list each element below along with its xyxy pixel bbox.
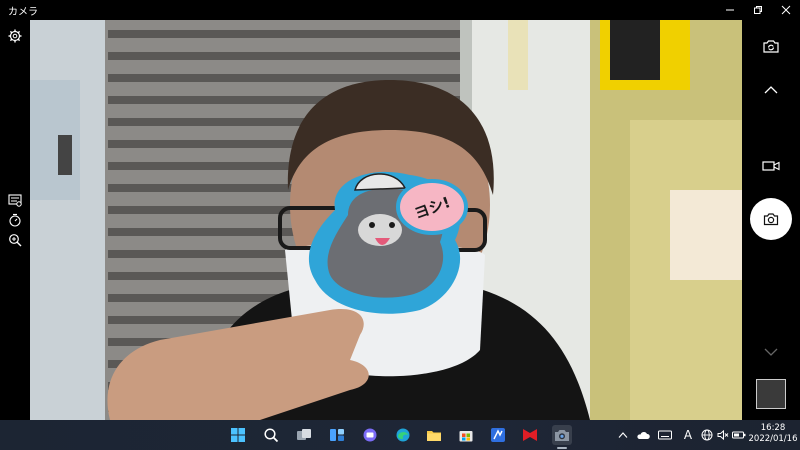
start-button[interactable] bbox=[228, 425, 248, 445]
gear-icon bbox=[8, 29, 22, 43]
app-button[interactable] bbox=[488, 425, 508, 445]
windows-logo-icon bbox=[231, 428, 245, 442]
chevron-down-icon bbox=[764, 348, 778, 356]
clock-date: 2022/01/16 bbox=[748, 434, 798, 444]
zoom-in-icon bbox=[9, 234, 22, 247]
volume-button[interactable] bbox=[716, 426, 730, 444]
restore-icon bbox=[754, 6, 762, 14]
live-preview-image: ヨシ! bbox=[30, 20, 742, 420]
mcafee-button[interactable] bbox=[520, 425, 540, 445]
camera-icon bbox=[763, 213, 779, 226]
globe-icon bbox=[701, 429, 713, 441]
video-camera-icon bbox=[762, 161, 780, 171]
chat-icon bbox=[363, 428, 377, 442]
mode-up-button[interactable] bbox=[761, 80, 781, 100]
volume-muted-icon bbox=[717, 429, 729, 441]
cloud-icon bbox=[637, 432, 650, 439]
video-mode-button[interactable] bbox=[761, 156, 781, 176]
keyboard-icon bbox=[658, 430, 672, 440]
active-app-indicator bbox=[557, 447, 567, 449]
chevron-up-icon bbox=[764, 86, 778, 94]
mcafee-icon bbox=[523, 429, 537, 441]
store-button[interactable] bbox=[456, 425, 476, 445]
close-icon bbox=[781, 5, 791, 15]
store-icon bbox=[459, 431, 473, 442]
photo-settings-button[interactable] bbox=[7, 192, 23, 208]
search-taskbar-button[interactable] bbox=[261, 425, 281, 445]
window-controls bbox=[716, 0, 800, 20]
take-photo-button[interactable] bbox=[750, 198, 792, 240]
edge-icon bbox=[396, 428, 410, 442]
image-settings-icon bbox=[8, 194, 22, 207]
last-photo-thumbnail[interactable] bbox=[756, 379, 786, 409]
network-button[interactable] bbox=[700, 426, 714, 444]
taskbar: A bbox=[0, 420, 800, 450]
timer-icon bbox=[9, 213, 21, 227]
task-view-icon bbox=[297, 429, 311, 440]
folder-icon bbox=[427, 431, 441, 441]
camera-app-icon bbox=[555, 430, 569, 441]
title-bar: カメラ bbox=[0, 0, 800, 20]
close-button[interactable] bbox=[772, 0, 800, 20]
switch-camera-icon bbox=[763, 40, 779, 53]
chevron-up-icon bbox=[618, 432, 628, 438]
window-title: カメラ bbox=[8, 6, 38, 18]
widgets-icon bbox=[330, 429, 344, 441]
clock-time: 16:28 bbox=[760, 423, 786, 433]
minimize-button[interactable] bbox=[716, 0, 744, 20]
battery-button[interactable] bbox=[732, 426, 746, 444]
show-hidden-icons-button[interactable] bbox=[617, 426, 629, 444]
task-view-button[interactable] bbox=[294, 425, 314, 445]
chat-button[interactable] bbox=[360, 425, 380, 445]
app-icon bbox=[491, 428, 505, 442]
mode-down-button[interactable] bbox=[761, 342, 781, 362]
search-icon bbox=[264, 428, 279, 443]
onedrive-button[interactable] bbox=[635, 426, 651, 444]
minimize-icon bbox=[726, 9, 734, 11]
zoom-button[interactable] bbox=[7, 232, 23, 248]
camera-taskbar-button[interactable] bbox=[552, 425, 572, 445]
taskbar-clock[interactable]: 16:28 2022/01/16 bbox=[748, 423, 798, 445]
switch-camera-button[interactable] bbox=[761, 36, 781, 56]
timer-button[interactable] bbox=[7, 212, 23, 228]
widgets-button[interactable] bbox=[327, 425, 347, 445]
right-control-strip bbox=[742, 20, 800, 420]
settings-button[interactable] bbox=[7, 28, 23, 44]
left-control-strip bbox=[0, 20, 30, 420]
file-explorer-button[interactable] bbox=[424, 425, 444, 445]
battery-icon bbox=[732, 431, 746, 439]
camera-viewfinder[interactable]: ヨシ! bbox=[30, 20, 742, 420]
edge-browser-button[interactable] bbox=[393, 425, 413, 445]
touch-keyboard-button[interactable] bbox=[657, 426, 673, 444]
restore-button[interactable] bbox=[744, 0, 772, 20]
camera-app: カメラ ヨシ! A 16:28 2022/01/16 bbox=[0, 0, 800, 450]
ime-indicator[interactable]: A bbox=[681, 426, 695, 444]
